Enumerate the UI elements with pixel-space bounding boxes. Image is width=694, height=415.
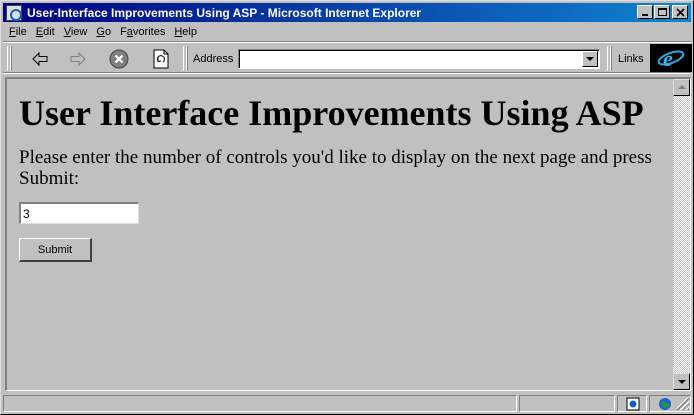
- resize-grip[interactable]: [677, 398, 689, 410]
- browser-window: User-Interface Improvements Using ASP - …: [0, 0, 694, 415]
- instructions-text: Please enter the number of controls you'…: [19, 147, 652, 189]
- stop-button[interactable]: [108, 48, 130, 70]
- back-arrow-icon: [32, 51, 48, 67]
- forward-button[interactable]: [67, 48, 89, 70]
- menu-favorites[interactable]: Favorites: [120, 26, 165, 38]
- menu-go[interactable]: Go: [96, 26, 111, 38]
- maximize-icon: [658, 8, 667, 16]
- title-bar[interactable]: User-Interface Improvements Using ASP - …: [3, 3, 691, 22]
- stop-icon: [109, 49, 129, 69]
- ie-logo-icon: e: [650, 44, 692, 72]
- page-viewport: User Interface Improvements Using ASP Pl…: [5, 77, 691, 391]
- scroll-up-button[interactable]: [673, 79, 690, 96]
- menu-edit[interactable]: Edit: [36, 26, 55, 38]
- ie-page-icon[interactable]: [6, 4, 22, 21]
- address-dropdown-button[interactable]: [582, 51, 598, 67]
- links-button[interactable]: Links: [618, 53, 644, 65]
- status-zone-panel: [649, 395, 691, 412]
- submit-button[interactable]: Submit: [19, 238, 92, 262]
- page-content: User Interface Improvements Using ASP Pl…: [7, 79, 673, 390]
- refresh-button[interactable]: [150, 48, 172, 70]
- links-grip[interactable]: [607, 46, 612, 71]
- minimize-icon: [642, 14, 648, 16]
- menu-bar: File Edit View Go Favorites Help: [3, 23, 691, 41]
- control-count-input[interactable]: [19, 202, 139, 224]
- scroll-down-button[interactable]: [673, 373, 690, 390]
- close-icon: [676, 8, 685, 17]
- menu-file[interactable]: File: [9, 26, 27, 38]
- minimize-button[interactable]: [637, 5, 653, 19]
- window-controls: [636, 5, 688, 19]
- status-text-panel: [3, 395, 517, 412]
- refresh-icon: [153, 49, 169, 69]
- back-button[interactable]: [29, 48, 51, 70]
- maximize-button[interactable]: [654, 5, 670, 19]
- vertical-scrollbar[interactable]: [673, 79, 690, 390]
- window-title: User-Interface Improvements Using ASP - …: [27, 5, 422, 20]
- page-status-icon: [626, 397, 640, 411]
- menu-view[interactable]: View: [64, 26, 88, 38]
- toolbar: Address Links e: [3, 41, 692, 74]
- address-label: Address: [193, 53, 234, 65]
- status-progress-panel: [519, 395, 615, 412]
- toolbar-grip[interactable]: [7, 46, 12, 71]
- internet-zone-icon: [659, 398, 671, 410]
- address-grip[interactable]: [183, 46, 188, 71]
- close-button[interactable]: [672, 5, 688, 19]
- address-input[interactable]: [238, 49, 600, 69]
- status-security-panel: [617, 395, 647, 412]
- status-bar: [3, 393, 691, 413]
- svg-text:e: e: [663, 46, 673, 71]
- page-heading: User Interface Improvements Using ASP: [19, 93, 644, 133]
- menu-help[interactable]: Help: [174, 26, 197, 38]
- forward-arrow-icon: [70, 51, 86, 67]
